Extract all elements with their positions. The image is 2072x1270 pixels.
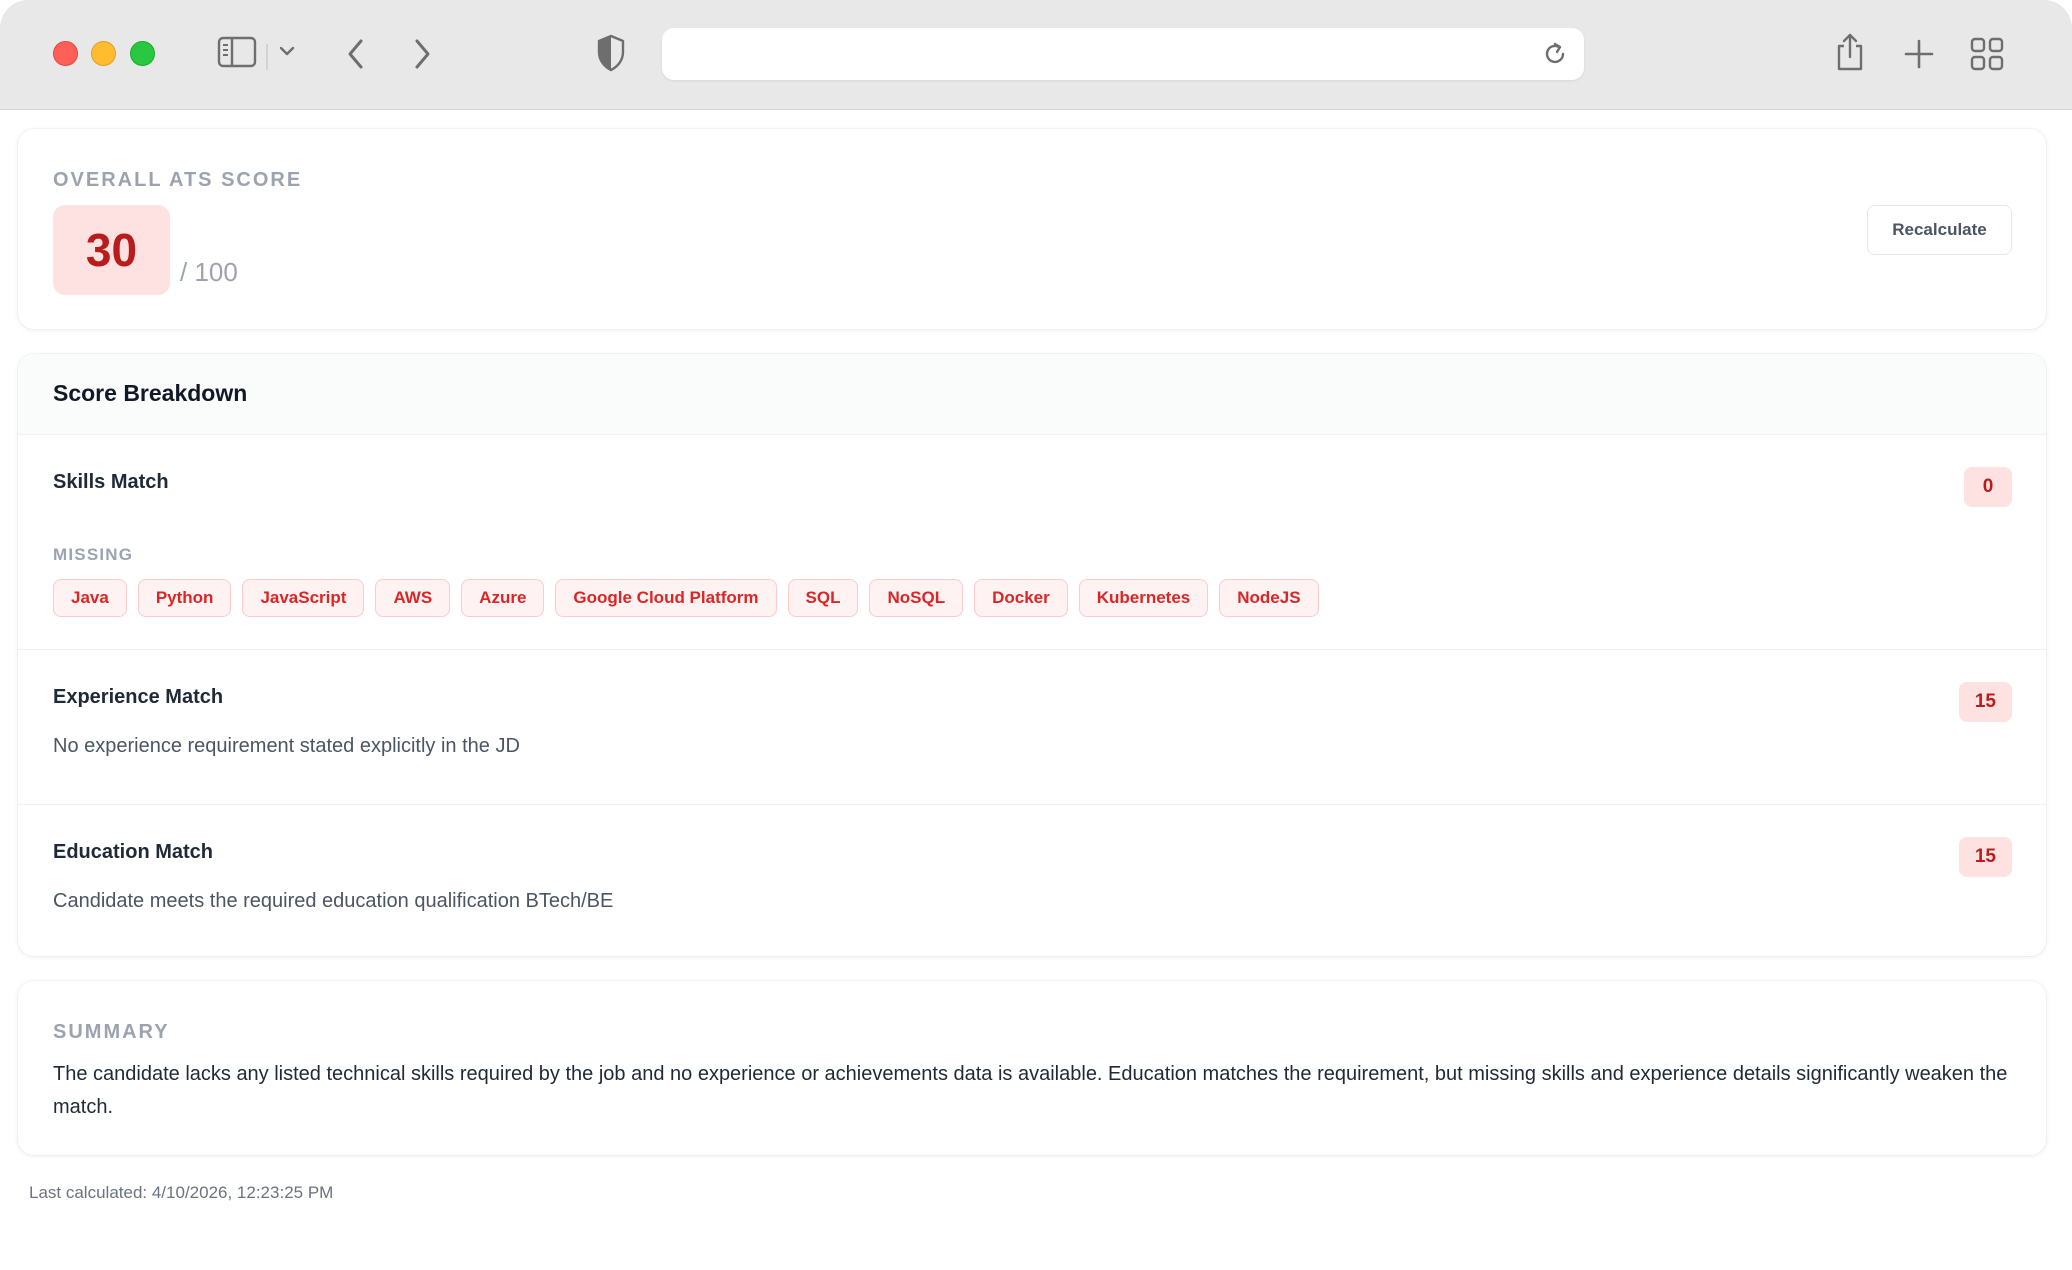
missing-skills-label: MISSING xyxy=(53,545,134,564)
missing-skill-chip: Azure xyxy=(461,579,545,617)
score-breakdown-header: Score Breakdown xyxy=(18,354,2046,435)
close-window-button[interactable] xyxy=(53,41,78,66)
overall-score-max: / 100 xyxy=(180,257,238,287)
forward-icon[interactable] xyxy=(411,37,433,71)
new-tab-icon[interactable] xyxy=(1903,38,1935,70)
toolbar-divider xyxy=(266,44,268,70)
experience-match-score-badge: 15 xyxy=(1958,682,2012,722)
education-match-section: Education Match 15 Candidate meets the r… xyxy=(18,805,2046,956)
experience-match-title: Experience Match xyxy=(53,686,224,708)
sidebar-icon[interactable] xyxy=(217,36,257,68)
education-match-description: Candidate meets the required education q… xyxy=(53,890,614,912)
missing-skill-chip: JavaScript xyxy=(242,579,365,617)
minimize-window-button[interactable] xyxy=(91,41,116,66)
education-match-title: Education Match xyxy=(53,841,214,863)
reload-icon[interactable] xyxy=(1542,41,1568,72)
back-icon[interactable] xyxy=(345,37,367,71)
address-bar[interactable] xyxy=(662,28,1584,80)
shield-icon[interactable] xyxy=(596,34,626,72)
overall-score-label: OVERALL ATS SCORE xyxy=(53,169,303,191)
missing-skill-chip: Kubernetes xyxy=(1078,579,1209,617)
recalculate-button[interactable]: Recalculate xyxy=(1867,205,2012,255)
overall-score-card: OVERALL ATS SCORE 30 / 100 Recalculate xyxy=(18,129,2046,329)
skills-match-score-badge: 0 xyxy=(1964,467,2012,507)
summary-card: SUMMARY The candidate lacks any listed t… xyxy=(18,981,2046,1155)
skills-match-title: Skills Match xyxy=(53,471,169,493)
missing-skill-chip: SQL xyxy=(787,579,859,617)
missing-skill-chip: Docker xyxy=(974,579,1068,617)
missing-skill-chip: Java xyxy=(53,579,127,617)
score-breakdown-title: Score Breakdown xyxy=(53,380,248,406)
missing-skill-chip: NoSQL xyxy=(869,579,964,617)
score-breakdown-card: Score Breakdown Skills Match 0 MISSING J… xyxy=(18,354,2046,956)
zoom-window-button[interactable] xyxy=(130,41,155,66)
summary-text: The candidate lacks any listed technical… xyxy=(53,1063,2008,1118)
missing-skill-chip: Google Cloud Platform xyxy=(555,579,777,617)
missing-skill-chip: NodeJS xyxy=(1219,579,1319,617)
missing-skills-list: Java Python JavaScript AWS Azure Google … xyxy=(53,579,1319,617)
last-calculated-timestamp: Last calculated: 4/10/2026, 12:23:25 PM xyxy=(29,1183,334,1202)
browser-window: OVERALL ATS SCORE 30 / 100 Recalculate S… xyxy=(0,0,2072,1270)
missing-skill-chip: AWS xyxy=(375,579,451,617)
experience-match-section: Experience Match 15 No experience requir… xyxy=(18,650,2046,805)
experience-match-description: No experience requirement stated explici… xyxy=(53,735,520,757)
page-content: OVERALL ATS SCORE 30 / 100 Recalculate S… xyxy=(0,111,2072,1270)
summary-label: SUMMARY xyxy=(53,1021,170,1043)
tab-overview-icon[interactable] xyxy=(1970,37,2004,71)
overall-score-value: 30 xyxy=(53,205,170,295)
chevron-down-icon[interactable] xyxy=(278,44,296,58)
missing-skill-chip: Python xyxy=(137,579,232,617)
skills-match-section: Skills Match 0 MISSING Java Python JavaS… xyxy=(18,435,2046,650)
browser-toolbar xyxy=(0,0,2072,110)
share-icon[interactable] xyxy=(1834,32,1866,72)
education-match-score-badge: 15 xyxy=(1958,837,2012,877)
